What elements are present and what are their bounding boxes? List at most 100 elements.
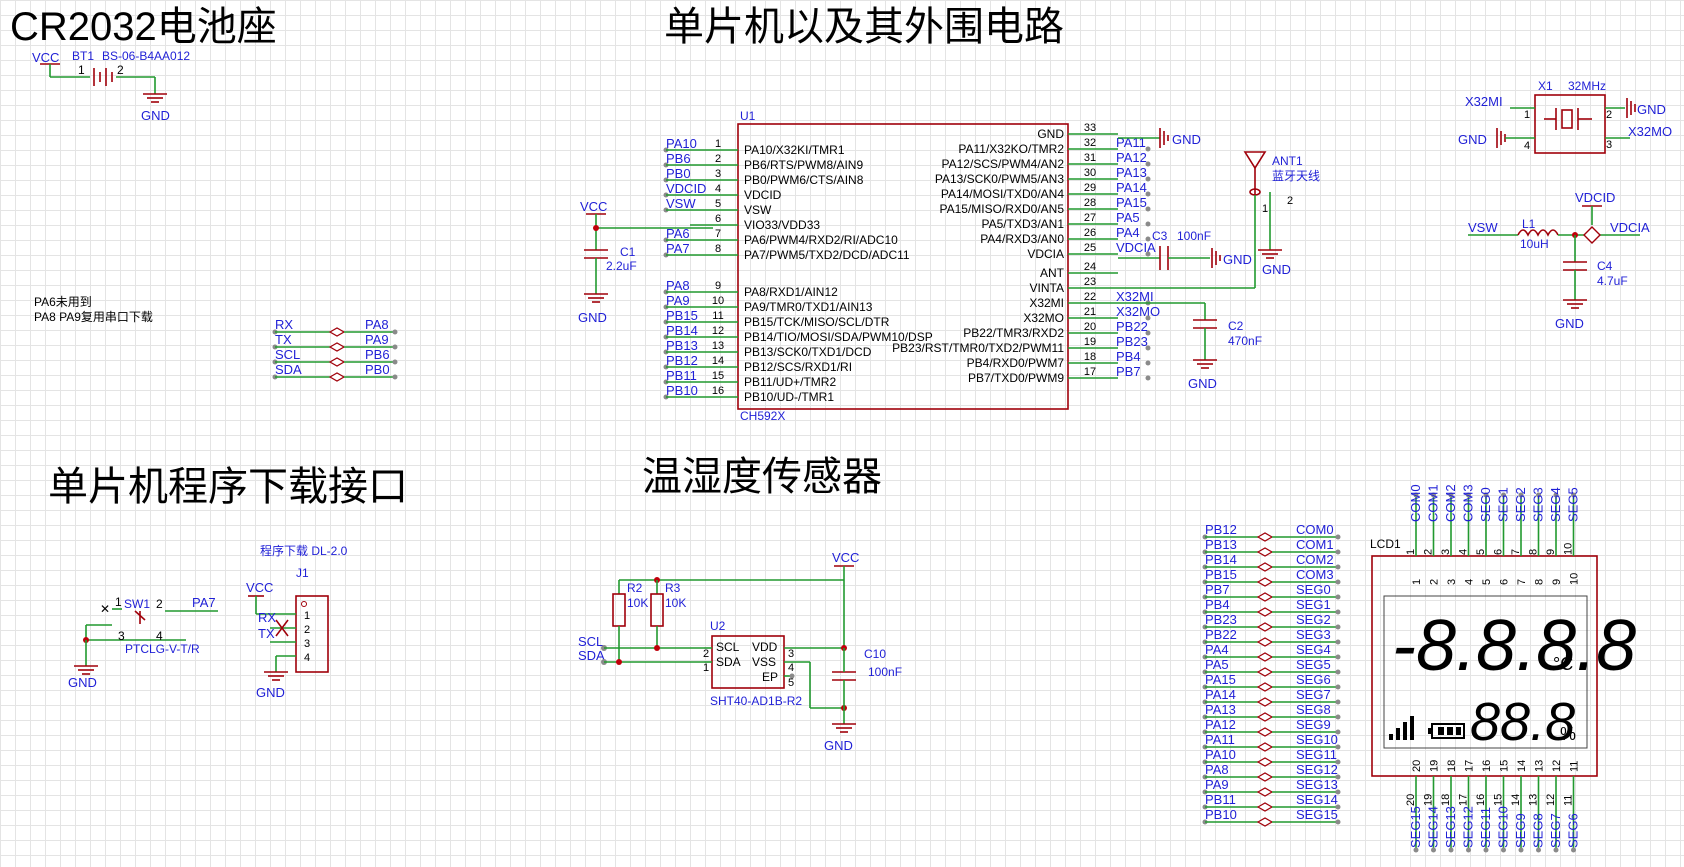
mcu-left-net: PB15 <box>666 308 698 323</box>
mcu-left-pin-num: 3 <box>715 168 721 180</box>
lcd-map-left: PA13 <box>1205 702 1236 717</box>
download-interface: ✕ 1 SW1 2 PA7 3 4 PTCLG-V-T/R GND 程序下载 D… <box>68 543 348 700</box>
lcd-bottom-net: SEG11 <box>1478 807 1493 848</box>
uart-left-net: SCL <box>275 347 300 362</box>
lcd-map-right: SEG13 <box>1296 777 1338 792</box>
r3-ref: R3 <box>665 581 681 595</box>
x1-value: 32MHz <box>1568 79 1606 93</box>
net-tie <box>1256 787 1274 797</box>
mcu-right-pin-name: PA4/RXD3/AN0 <box>980 232 1064 246</box>
title-mcu: 单片机以及其外围电路 <box>664 5 1064 49</box>
u2-pnum-1: 1 <box>703 662 709 674</box>
c10-ref: C10 <box>864 647 886 661</box>
lcd-bottom-num-inner: 20 <box>1411 760 1423 772</box>
mcu-right-pin-num: 27 <box>1084 212 1096 224</box>
lcd-top-net: SEG0 <box>1478 487 1493 522</box>
lcd-top-net: SEG3 <box>1531 487 1546 522</box>
j1-title: 程序下载 DL-2.0 <box>260 543 348 558</box>
mcu-left-pin-num: 16 <box>712 385 724 397</box>
schematic-canvas: CR2032电池座 单片机以及其外围电路 单片机程序下载接口 温湿度传感器 VC… <box>10 5 1672 853</box>
lcd-map-right: SEG4 <box>1296 642 1331 657</box>
lcd-map-right: COM2 <box>1296 552 1334 567</box>
mcu-left-pin-num: 1 <box>715 138 721 150</box>
antenna-ant1: GND ANT1 蓝牙天线 1 2 <box>1118 151 1320 289</box>
mcu-left-pin-name: VDCID <box>744 188 782 202</box>
lcd-map-left: PA12 <box>1205 717 1236 732</box>
battery-bt1: VCC 1 2 BT1 BS-06-B4AA012 GND <box>32 49 190 123</box>
lcd-top-num-inner: 3 <box>1446 579 1458 585</box>
sw1-pin3: 3 <box>118 629 125 643</box>
lcd-bottom-num-inner: 11 <box>1569 761 1581 772</box>
lcd-bottom-num-outer: 12 <box>1545 794 1557 806</box>
lcd-map-left: PB23 <box>1205 612 1237 627</box>
lcd-map-right: SEG10 <box>1296 732 1338 747</box>
l1-vdcia: VDCIA <box>1610 220 1650 235</box>
net-port <box>392 374 398 380</box>
mcu-left-net: VSW <box>666 196 696 211</box>
crystal-x1: X1 32MHz X32MI 1 GND 4 GND 2 X32MO 3 <box>1458 79 1672 154</box>
lcd-top-num-inner: 10 <box>1569 573 1581 585</box>
mcu-vcc-label: VCC <box>580 199 607 214</box>
battery-vcc-label: VCC <box>32 50 59 65</box>
lcd-map-right: SEG9 <box>1296 717 1331 732</box>
mcu-left-pin-num: 12 <box>712 325 724 337</box>
mcu-right-pin-num: 23 <box>1084 276 1096 288</box>
x1-net-mi: X32MI <box>1465 94 1503 109</box>
mcu-left-pin-name: PA6/PWM4/RXD2/RI/ADC10 <box>744 233 898 247</box>
lcd-map-right: COM0 <box>1296 522 1334 537</box>
net-port <box>1335 684 1341 690</box>
mcu-right-net: PB22 <box>1116 319 1148 334</box>
lcd-ref: LCD1 <box>1370 537 1401 551</box>
x1-gnd-left: GND <box>1458 132 1487 147</box>
net-port <box>1335 594 1341 600</box>
uart-net-map: RX PA8 TX PA9 SCL PB6 SDA PB0 <box>272 317 398 382</box>
uart-right-net: PB0 <box>365 362 390 377</box>
lcd-top-num-inner: 7 <box>1516 579 1528 585</box>
u2-pin-scl: SCL <box>716 640 740 654</box>
lcd-bottom-net: SEG13 <box>1443 806 1458 848</box>
net-port <box>1145 206 1151 212</box>
mcu-right-net: X32MO <box>1116 304 1160 319</box>
lcd-top-num-inner: 9 <box>1551 579 1563 585</box>
c10-value: 100nF <box>868 665 902 679</box>
lcd-top-num-inner: 4 <box>1464 579 1476 585</box>
x1-ref: X1 <box>1538 79 1553 93</box>
net-port <box>1145 221 1151 227</box>
lcd-top-num-inner: 6 <box>1499 579 1511 585</box>
mcu-right-pin-num: 32 <box>1084 137 1096 149</box>
uart-left-net: TX <box>275 332 292 347</box>
c3-ref: C3 <box>1152 229 1168 243</box>
r2-value: 10K <box>627 596 648 610</box>
mcu-left-pin-num: 13 <box>712 340 724 352</box>
u2-pin-vss: VSS <box>752 655 776 669</box>
net-port <box>1335 639 1341 645</box>
uart-left-net: SDA <box>275 362 302 377</box>
mcu-right-pin-name: PA5/TXD3/AN1 <box>982 217 1065 231</box>
net-port <box>1335 654 1341 660</box>
lcd-map-left: PA8 <box>1205 762 1229 777</box>
net-tie <box>1256 757 1274 767</box>
x1-pin4: 4 <box>1524 140 1530 152</box>
inductor-l1: VDCID VSW VDCIA L1 10uH GND C4 4.7uF <box>1468 190 1650 331</box>
mcu-right-pin-name: VDCIA <box>1027 247 1064 261</box>
lcd-net-map: PB12 COM0 PB13 COM1 PB14 COM2 PB15 COM3 PB7 SEG0 P… <box>1202 522 1341 827</box>
lcd-top-net: SEG1 <box>1496 487 1511 522</box>
lcd-map-left: PA5 <box>1205 657 1229 672</box>
mcu-part: CH592X <box>740 409 785 423</box>
net-tie <box>328 357 346 367</box>
net-port <box>392 329 398 335</box>
bt1-pin2: 2 <box>117 63 124 77</box>
lcd-map-left: PB7 <box>1205 582 1230 597</box>
lcd-bottom-num-outer: 20 <box>1405 794 1417 806</box>
lcd-top-num-outer: 4 <box>1458 549 1470 555</box>
u2-pnum-4: 4 <box>788 662 794 674</box>
x1-net-mo: X32MO <box>1628 124 1672 139</box>
lcd-map-right: COM1 <box>1296 537 1334 552</box>
mcu-right-pin-name: X32MI <box>1029 296 1064 310</box>
mcu-right-net: PA15 <box>1116 195 1147 210</box>
lcd-top-num-inner: 1 <box>1411 579 1423 585</box>
lcd-map-right: SEG15 <box>1296 807 1338 822</box>
lcd-map-left: PB12 <box>1205 522 1237 537</box>
mcu-right-pin-num: 33 <box>1084 122 1096 134</box>
lcd-bottom-num-inner: 16 <box>1481 760 1493 772</box>
